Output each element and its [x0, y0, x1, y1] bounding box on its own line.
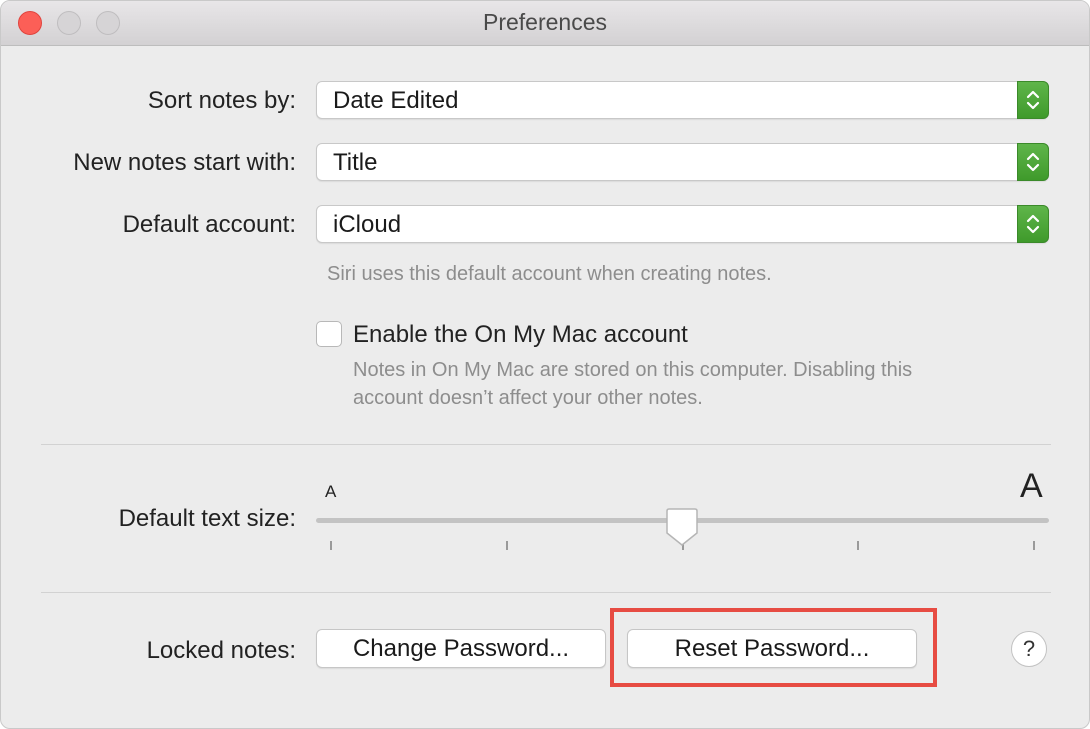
sort-notes-label: Sort notes by:	[147, 87, 296, 114]
new-notes-popup[interactable]: Title	[316, 143, 1049, 181]
slider-tick	[857, 541, 860, 550]
slider-tick	[330, 541, 332, 550]
default-account-hint: Siri uses this default account when crea…	[327, 263, 772, 285]
title-bar[interactable]: Preferences	[1, 1, 1089, 46]
preferences-window: Preferences Sort notes by: Date Edited N…	[0, 0, 1090, 729]
change-password-button[interactable]: Change Password...	[316, 629, 606, 668]
default-account-label: Default account:	[122, 211, 296, 238]
slider-knob-icon[interactable]	[665, 507, 699, 549]
on-my-mac-checkbox[interactable]	[316, 321, 342, 347]
locked-notes-label: Locked notes:	[146, 637, 296, 664]
up-down-chevron-icon[interactable]	[1017, 81, 1049, 119]
section-divider	[41, 444, 1051, 445]
on-my-mac-label[interactable]: Enable the On My Mac account	[353, 321, 688, 349]
slider-tick	[1033, 541, 1035, 550]
new-notes-value: Title	[333, 149, 378, 176]
window-title: Preferences	[482, 9, 607, 35]
new-notes-label: New notes start with:	[73, 149, 296, 176]
up-down-chevron-icon[interactable]	[1017, 143, 1049, 181]
default-account-value: iCloud	[333, 211, 402, 238]
section-divider	[41, 592, 1051, 593]
on-my-mac-hint-line2: account doesn’t affect your other notes.	[353, 387, 703, 409]
sort-notes-popup[interactable]: Date Edited	[316, 81, 1049, 119]
small-text-glyph: A	[325, 482, 337, 501]
default-account-popup[interactable]: iCloud	[316, 205, 1049, 243]
on-my-mac-hint-line1: Notes in On My Mac are stored on this co…	[353, 359, 913, 381]
reset-password-highlight	[610, 608, 937, 687]
large-text-glyph: A	[1020, 467, 1043, 505]
sort-notes-value: Date Edited	[333, 87, 459, 114]
slider-tick	[505, 541, 508, 550]
text-size-label: Default text size:	[118, 505, 296, 532]
help-icon[interactable]: ?	[1011, 631, 1047, 667]
up-down-chevron-icon[interactable]	[1017, 205, 1049, 243]
